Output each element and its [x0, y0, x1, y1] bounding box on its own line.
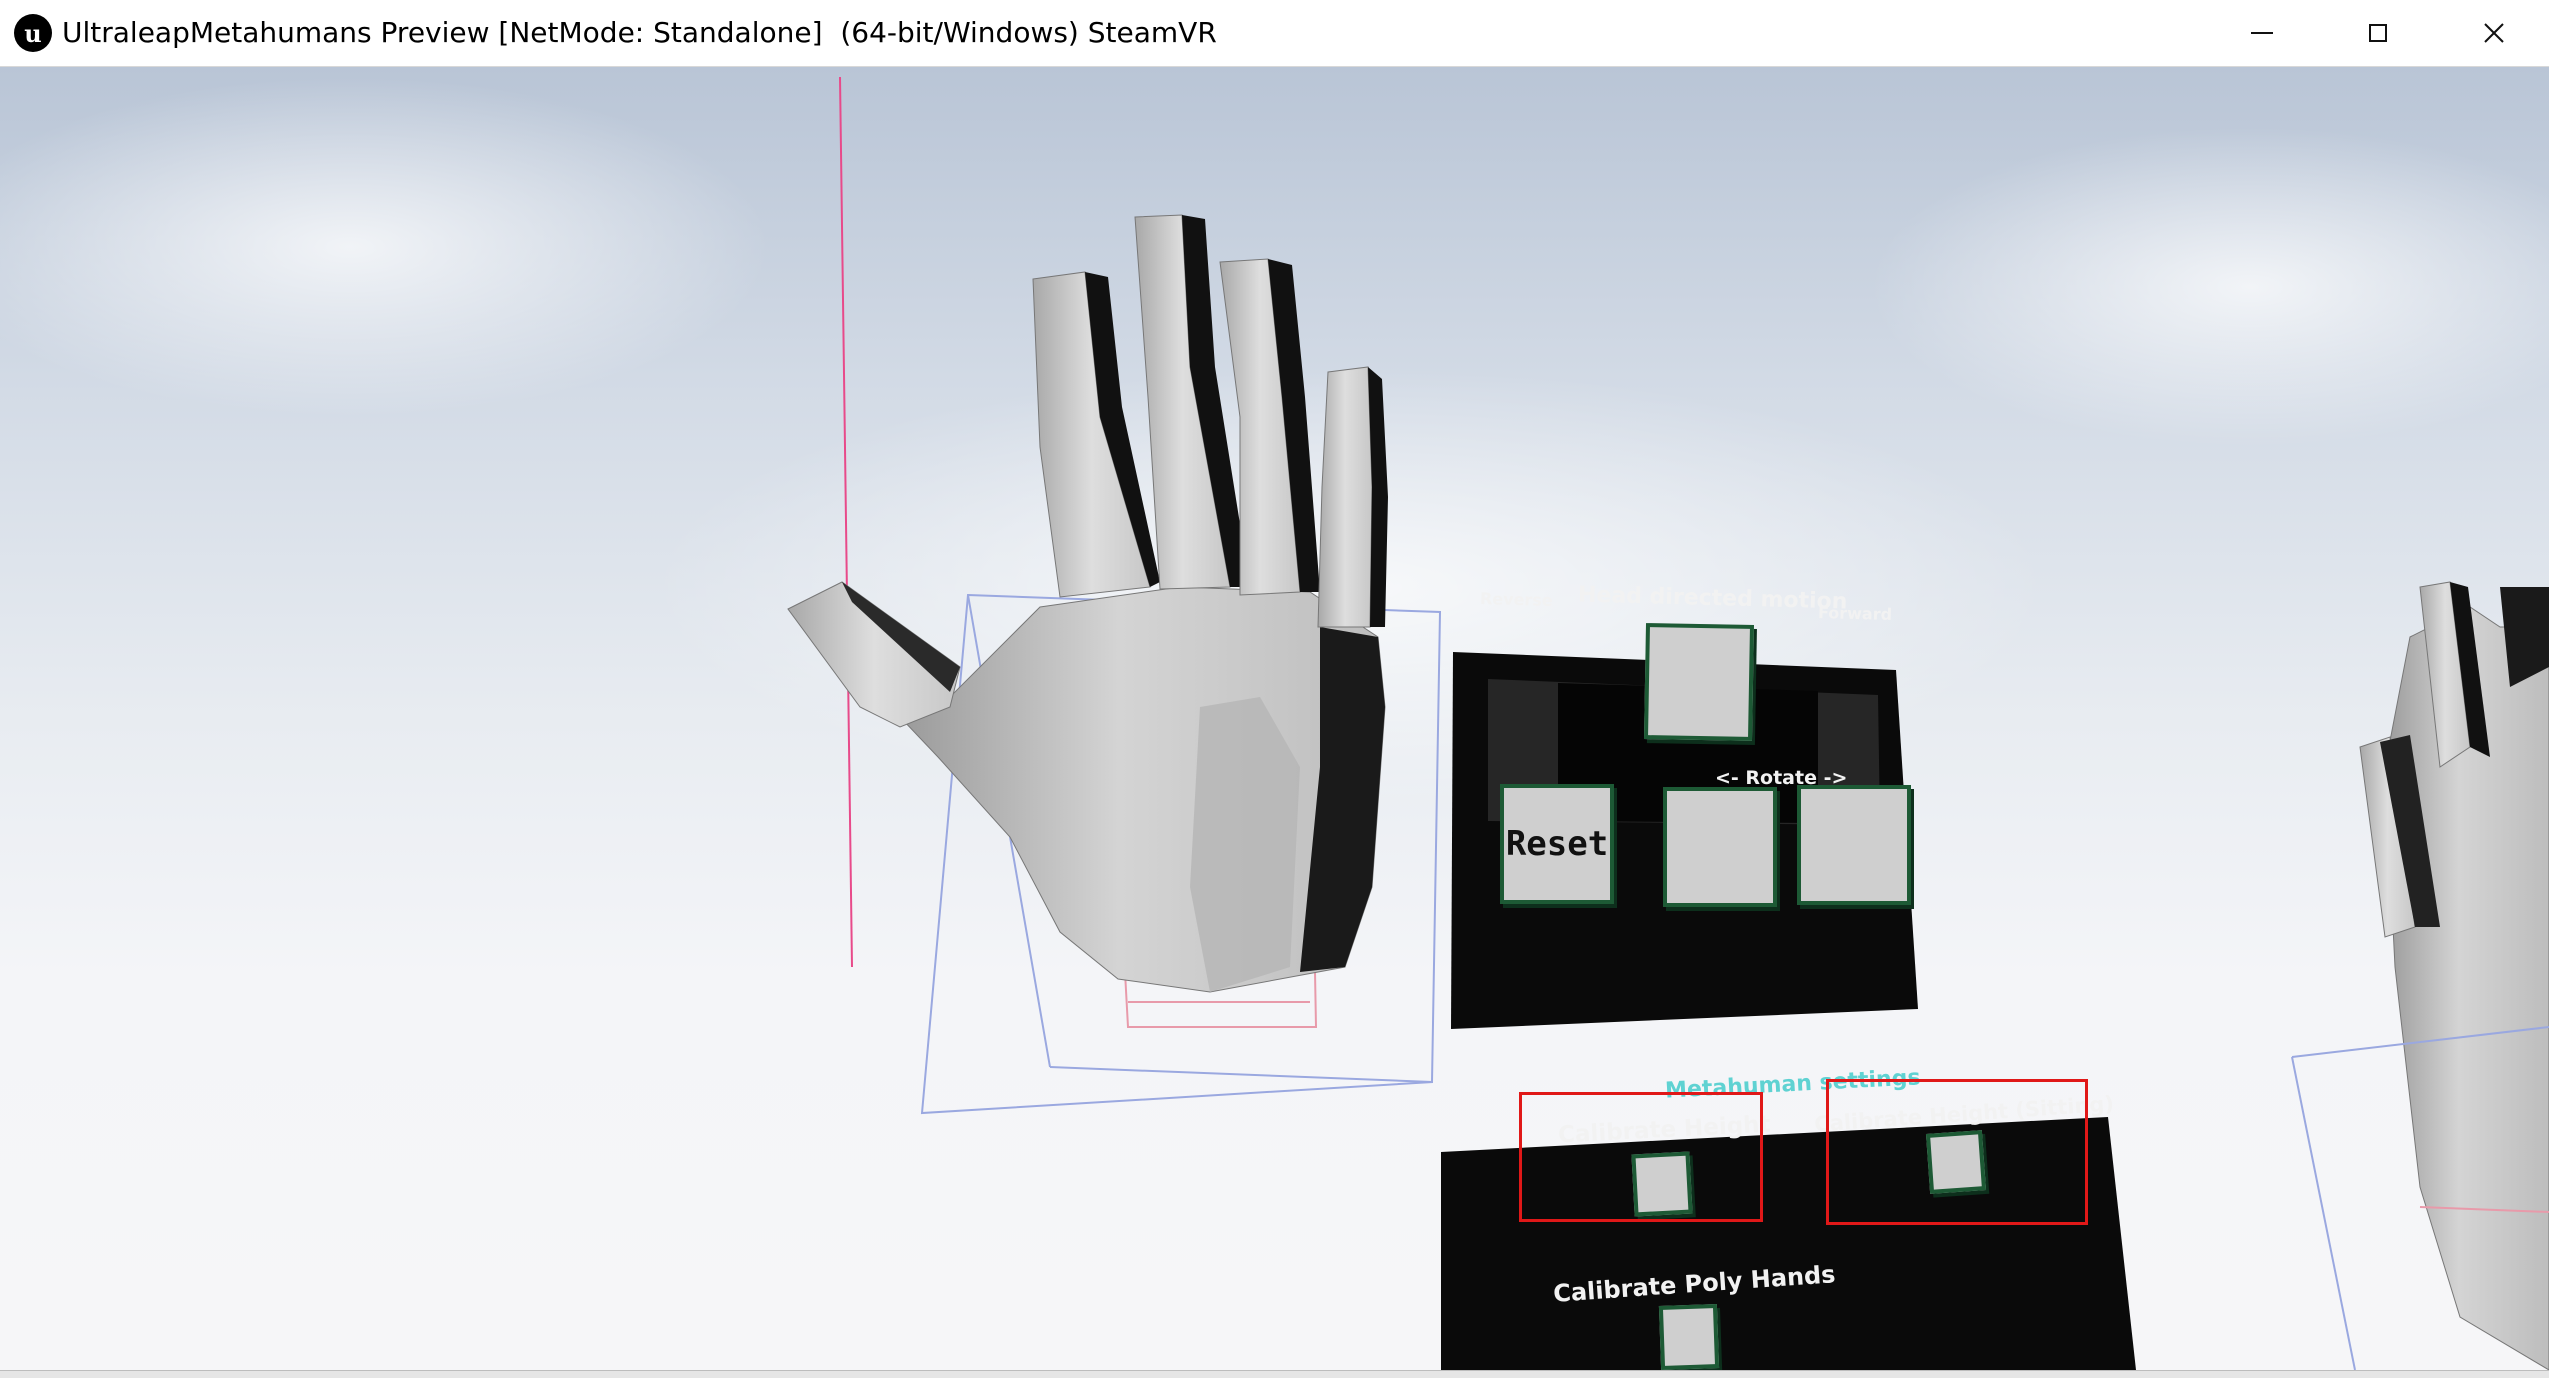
unreal-engine-logo-icon: u	[14, 14, 52, 52]
rotate-right-button[interactable]	[1797, 785, 1911, 905]
close-button[interactable]	[2436, 0, 2549, 66]
sky-cloud	[0, 77, 770, 417]
window-title-bar: u UltraleapMetahumans Preview [NetMode: …	[0, 0, 2549, 67]
close-icon	[2484, 23, 2504, 43]
forward-label: Forward	[1817, 603, 1893, 624]
vr-scene	[0, 76, 2549, 1370]
rotate-left-button[interactable]	[1663, 787, 1777, 907]
reset-button[interactable]: Reset	[1500, 784, 1614, 904]
vr-viewport[interactable]: Reverse Head directed motion Forward <- …	[0, 67, 2549, 1370]
reverse-label: Reverse	[1479, 589, 1553, 610]
minimize-button[interactable]	[2204, 0, 2320, 66]
window-title: UltraleapMetahumans Preview [NetMode: St…	[62, 16, 1217, 49]
maximize-icon	[2369, 24, 2387, 42]
reset-button-label: Reset	[1505, 824, 1609, 864]
head-motion-slider-button[interactable]	[1643, 623, 1755, 741]
minimize-icon	[2251, 32, 2273, 34]
right-hand-model	[2359, 581, 2549, 1370]
calibrate-height-sitting-highlight	[1826, 1079, 2088, 1225]
maximize-button[interactable]	[2320, 0, 2436, 66]
calibrate-poly-hands-button[interactable]	[1658, 1304, 1720, 1370]
sky-cloud	[1870, 127, 2549, 447]
calibrate-height-highlight	[1519, 1092, 1763, 1222]
